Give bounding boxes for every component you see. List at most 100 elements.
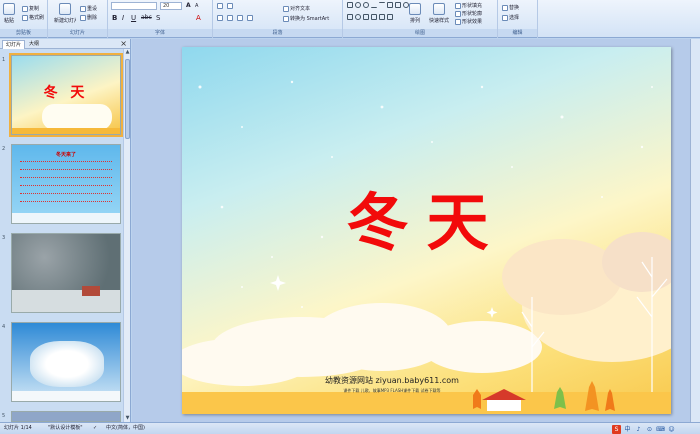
- quick-styles-button[interactable]: 快速样式: [429, 3, 449, 24]
- underline-button[interactable]: U: [131, 14, 136, 22]
- bold-button[interactable]: B: [112, 14, 117, 22]
- shapes-gallery[interactable]: [347, 2, 409, 24]
- align-center-icon: [227, 15, 233, 21]
- rectangle-shape-icon[interactable]: [347, 2, 353, 8]
- slides-group: 新建幻灯片 重设 删除 幻灯片: [48, 0, 108, 38]
- tab-outline[interactable]: 大纲: [26, 40, 42, 49]
- strikethrough-button[interactable]: abc: [141, 14, 152, 21]
- copy-button[interactable]: 复制: [22, 5, 39, 12]
- paragraph-group-label: 段落: [213, 29, 342, 37]
- callout-shape-icon[interactable]: [347, 13, 353, 20]
- arrange-button[interactable]: 排列: [409, 3, 421, 24]
- shrink-font-button[interactable]: A: [195, 3, 198, 9]
- bracket-shape-icon[interactable]: [387, 13, 393, 20]
- align-text-icon: [283, 5, 289, 12]
- arrow-shape-icon[interactable]: [379, 2, 385, 8]
- align-right-button[interactable]: [237, 15, 243, 21]
- pen-icon: [455, 10, 461, 17]
- thumb-title: 冬 天: [43, 85, 89, 101]
- slide-thumbnail-4[interactable]: [11, 322, 121, 402]
- replace-button[interactable]: 替换: [502, 4, 519, 11]
- oval-shape-icon[interactable]: [355, 2, 361, 8]
- effects-icon: [455, 18, 461, 25]
- drawing-group: 排列 快速样式 形状填充 形状轮廓 形状效果 绘图: [343, 0, 498, 38]
- slide-thumbnail-5[interactable]: [11, 411, 121, 422]
- slide-thumbnail-2[interactable]: 冬天来了: [11, 144, 121, 224]
- pane-tabs: 幻灯片 大纲 ×: [0, 39, 130, 49]
- shape-outline-button[interactable]: 形状轮廓: [455, 10, 482, 17]
- format-painter-button[interactable]: 格式刷: [22, 14, 44, 21]
- ribbon: 粘贴 复制 格式刷 剪贴板 新建幻灯片 重设 删除 幻灯片 20 A A B I…: [0, 0, 700, 38]
- pane-scrollbar[interactable]: ▲ ▼: [123, 49, 130, 422]
- triangle-shape-icon[interactable]: [387, 2, 393, 8]
- line-shape-icon[interactable]: [371, 2, 377, 8]
- slide-edit-area: 冬天 幼教资源网站 ziyuan.baby611.com 课件下载 儿歌、故事M…: [132, 39, 700, 422]
- language-indicator[interactable]: 中文(简体，中国): [106, 423, 145, 434]
- snow-ground-graphic: [12, 213, 120, 223]
- smiley-shape-icon[interactable]: [355, 13, 361, 20]
- shape-fill-button[interactable]: 形状填充: [455, 2, 482, 9]
- slide-canvas[interactable]: 冬天 幼教资源网站 ziyuan.baby611.com 课件下载 儿歌、故事M…: [182, 47, 671, 414]
- close-icon[interactable]: ×: [120, 39, 127, 49]
- skin-icon[interactable]: ☺: [667, 425, 676, 434]
- shape-effects-button[interactable]: 形状效果: [455, 18, 482, 25]
- vertical-scrollbar[interactable]: [690, 39, 700, 422]
- editing-group-label: 编辑: [498, 29, 537, 37]
- font-color-button[interactable]: A: [196, 14, 201, 22]
- select-arrow-icon: [502, 14, 508, 21]
- status-bar: 幻灯片 1/14 "默认设计模板" ✓ 中文(简体，中国) S 中 ♪ ⊙ ⌨ …: [0, 422, 700, 434]
- thumb-number: 5: [2, 413, 6, 419]
- smartart-button[interactable]: 转换为 SmartArt: [283, 15, 329, 22]
- paste-icon: [3, 3, 15, 15]
- slide-title[interactable]: 冬天: [182, 172, 671, 262]
- text-line: [20, 161, 112, 164]
- scroll-down-arrow-icon[interactable]: ▼: [124, 415, 131, 422]
- punctuation-icon[interactable]: ♪: [634, 425, 643, 434]
- thumb-number: 3: [2, 235, 6, 241]
- fullwidth-icon[interactable]: ⊙: [645, 425, 654, 434]
- align-left-button[interactable]: [217, 15, 223, 21]
- font-size-combo[interactable]: 20: [160, 2, 182, 10]
- scroll-up-arrow-icon[interactable]: ▲: [124, 49, 131, 56]
- align-text-button[interactable]: 对齐文本: [283, 5, 310, 12]
- curve-shape-icon[interactable]: [371, 13, 377, 20]
- grow-font-button[interactable]: A: [186, 2, 191, 9]
- shadow-button[interactable]: S: [156, 14, 160, 22]
- site-name: 幼教资源网站 ziyuan.baby611.com: [325, 376, 459, 385]
- align-center-button[interactable]: [227, 15, 233, 21]
- arrange-icon: [409, 3, 421, 15]
- freeform-shape-icon[interactable]: [379, 13, 385, 20]
- reset-button[interactable]: 重设: [80, 5, 97, 12]
- italic-button[interactable]: I: [122, 14, 124, 22]
- fill-bucket-icon: [455, 2, 461, 9]
- textbox-shape-icon[interactable]: [395, 2, 401, 8]
- replace-icon: [502, 4, 508, 11]
- slide-thumbnail-1[interactable]: 冬 天: [9, 53, 123, 137]
- spellcheck-icon[interactable]: ✓: [93, 423, 97, 434]
- snowy-tree-graphic: [30, 341, 104, 387]
- ime-toolbar: S 中 ♪ ⊙ ⌨ ☺: [612, 424, 698, 434]
- brace-shape-icon[interactable]: [363, 13, 369, 20]
- quick-styles-icon: [433, 3, 445, 15]
- thumb-title: 冬天来了: [55, 152, 76, 158]
- paste-button[interactable]: 粘贴: [3, 3, 15, 24]
- numbering-button[interactable]: [227, 3, 233, 9]
- chinese-mode-icon[interactable]: 中: [623, 425, 632, 434]
- keyboard-icon[interactable]: ⌨: [656, 425, 665, 434]
- drawing-group-label: 绘图: [343, 29, 497, 37]
- scroll-thumb[interactable]: [125, 59, 130, 139]
- slides-group-label: 幻灯片: [48, 29, 107, 37]
- slide-thumbnail-3[interactable]: [11, 233, 121, 313]
- clipboard-group: 粘贴 复制 格式刷 剪贴板: [0, 0, 48, 38]
- rounded-rect-shape-icon[interactable]: [363, 2, 369, 8]
- bullets-button[interactable]: [217, 3, 223, 9]
- bullets-icon: [217, 3, 223, 9]
- select-button[interactable]: 选择: [502, 14, 519, 21]
- tab-slides[interactable]: 幻灯片: [2, 40, 26, 49]
- font-name-combo[interactable]: [111, 2, 157, 10]
- delete-button[interactable]: 删除: [80, 14, 97, 21]
- new-slide-button[interactable]: 新建幻灯片: [54, 3, 76, 24]
- snow-ground-graphic: [12, 391, 120, 401]
- sogou-icon[interactable]: S: [612, 424, 621, 434]
- justify-button[interactable]: [247, 15, 253, 21]
